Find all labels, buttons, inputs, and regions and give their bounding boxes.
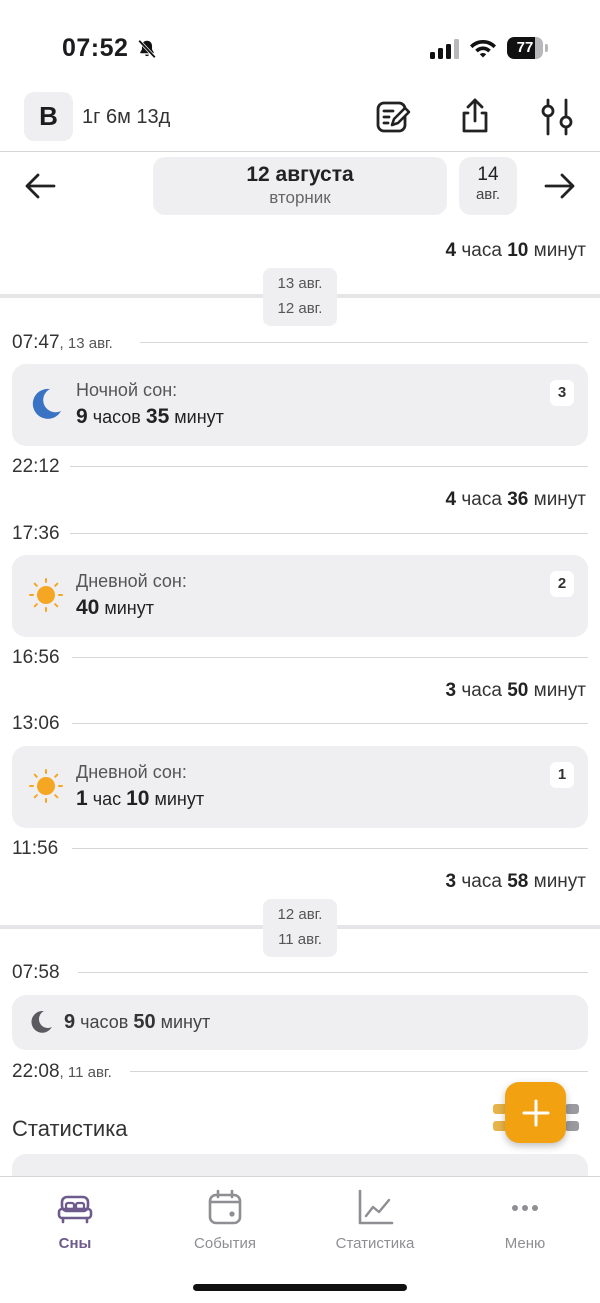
sleep-entry-night-collapsed[interactable]: 9 часов 50 минут bbox=[12, 995, 588, 1050]
child-avatar[interactable]: В bbox=[24, 92, 73, 141]
bell-muted-icon bbox=[138, 39, 156, 59]
fab-decoration bbox=[565, 1104, 579, 1114]
tab-menu[interactable]: Меню bbox=[450, 1189, 600, 1252]
child-age: 1г 6м 13д bbox=[82, 106, 171, 128]
tab-events[interactable]: События bbox=[150, 1189, 300, 1252]
sun-icon bbox=[29, 578, 63, 612]
tab-label: Меню bbox=[504, 1235, 546, 1252]
more-icon bbox=[512, 1205, 538, 1211]
sleep-entry-day[interactable]: Дневной сон: 40 минут 2 bbox=[12, 555, 588, 637]
time-marker: 17:36 bbox=[12, 523, 70, 545]
moon-icon bbox=[32, 388, 61, 419]
moon-icon bbox=[31, 1011, 52, 1033]
time-divider bbox=[140, 342, 588, 343]
next-date-day: 14 bbox=[477, 164, 499, 185]
arrow-right-icon[interactable] bbox=[541, 168, 577, 204]
sleep-type-label: Ночной сон: bbox=[76, 380, 178, 400]
filter-settings-icon[interactable] bbox=[537, 97, 577, 137]
time-divider bbox=[70, 533, 588, 534]
time-divider bbox=[78, 972, 588, 973]
sleep-duration: 40 минут bbox=[76, 596, 154, 619]
time-marker: 13:06 bbox=[12, 713, 70, 735]
calendar-icon bbox=[208, 1189, 242, 1225]
sun-icon bbox=[29, 769, 63, 803]
time-divider bbox=[72, 848, 588, 849]
home-indicator bbox=[193, 1284, 407, 1291]
sleep-entry-night[interactable]: Ночной сон: 9 часов 35 минут 3 bbox=[12, 364, 588, 446]
current-date-selector[interactable]: 12 августа вторник bbox=[153, 157, 447, 215]
sleep-duration: 1 час 10 минут bbox=[76, 787, 205, 810]
sleep-index-badge: 2 bbox=[550, 571, 574, 597]
day-change-badge: 13 авг. 12 авг. bbox=[263, 268, 337, 326]
sleep-entry-day[interactable]: Дневной сон: 1 час 10 минут 1 bbox=[12, 746, 588, 828]
time-divider bbox=[70, 466, 588, 467]
sleep-duration: 9 часов 35 минут bbox=[76, 405, 224, 428]
current-weekday: вторник bbox=[269, 188, 331, 207]
time-marker: 07:58 bbox=[12, 962, 70, 984]
sleep-type-label: Дневной сон: bbox=[76, 762, 187, 782]
wake-duration: 4 часа 36 минут bbox=[445, 489, 586, 510]
sleep-duration: 9 часов 50 минут bbox=[64, 1011, 211, 1033]
time-divider bbox=[72, 723, 588, 724]
time-marker: 07:47, 13 авг. bbox=[12, 332, 123, 354]
wake-duration: 3 часа 58 минут bbox=[445, 871, 586, 892]
battery-level: 77 bbox=[516, 39, 534, 56]
header-divider bbox=[0, 151, 600, 152]
statistics-heading: Статистика bbox=[12, 1116, 128, 1141]
wifi-icon bbox=[470, 40, 496, 58]
sleep-index-badge: 1 bbox=[550, 762, 574, 788]
battery-indicator: 77 bbox=[507, 37, 548, 59]
bed-icon bbox=[57, 1195, 93, 1224]
sleep-index-badge: 3 bbox=[550, 380, 574, 406]
time-marker: 22:08, 11 авг. bbox=[12, 1061, 122, 1083]
next-date-button[interactable]: 14 авг. bbox=[459, 157, 517, 215]
status-time: 07:52 bbox=[62, 34, 129, 62]
sleep-type-label: Дневной сон: bbox=[76, 571, 187, 591]
time-divider bbox=[130, 1071, 588, 1072]
wake-duration: 3 часа 50 минут bbox=[445, 680, 586, 701]
chart-icon bbox=[358, 1189, 394, 1225]
edit-note-icon[interactable] bbox=[373, 97, 413, 137]
arrow-left-icon[interactable] bbox=[23, 168, 59, 204]
fab-decoration bbox=[565, 1121, 579, 1131]
day-change-badge: 12 авг. 11 авг. bbox=[263, 899, 337, 957]
add-entry-button[interactable] bbox=[505, 1082, 566, 1143]
tab-label: Статистика bbox=[335, 1235, 415, 1252]
cellular-signal-icon bbox=[430, 39, 459, 59]
next-date-month: авг. bbox=[475, 186, 501, 203]
tab-sleeps[interactable]: Сны bbox=[0, 1189, 150, 1252]
wake-duration: 4 часа 10 минут bbox=[445, 240, 586, 261]
time-marker: 22:12 bbox=[12, 456, 70, 478]
time-marker: 11:56 bbox=[12, 838, 69, 860]
tab-statistics[interactable]: Статистика bbox=[300, 1189, 450, 1252]
time-marker: 16:56 bbox=[12, 647, 70, 669]
tab-label: События bbox=[194, 1235, 256, 1252]
time-divider bbox=[72, 657, 588, 658]
plus-icon bbox=[522, 1099, 549, 1126]
share-icon[interactable] bbox=[455, 96, 495, 136]
current-date: 12 августа bbox=[246, 163, 354, 186]
tab-label: Сны bbox=[58, 1235, 92, 1252]
